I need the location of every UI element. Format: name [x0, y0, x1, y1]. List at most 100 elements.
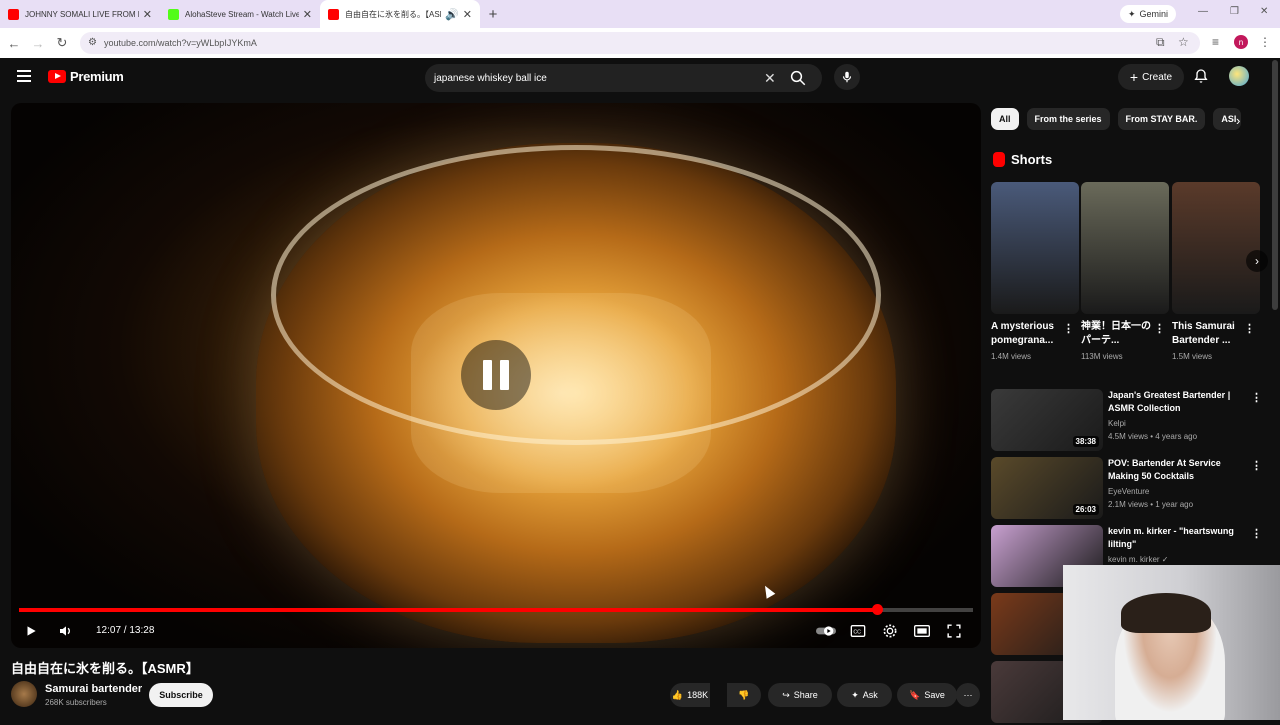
close-window-icon[interactable]: ✕ — [1260, 6, 1268, 17]
video-player[interactable]: 12:07 / 13:28 CC — [11, 103, 981, 648]
url-text: youtube.com/watch?v=yWLbpIJYKmA — [104, 38, 257, 48]
thumbs-up-icon: 👍 — [671, 689, 684, 700]
youtube-play-logo-icon — [48, 70, 66, 83]
notifications-bell-icon[interactable] — [1193, 68, 1209, 84]
site-info-icon[interactable]: ⚙ — [88, 37, 97, 48]
bookmark-star-icon[interactable]: ☆ — [1178, 35, 1189, 49]
theater-mode-icon[interactable] — [912, 621, 932, 641]
search-input[interactable]: japanese whiskey ball ice — [434, 73, 547, 84]
chip-all[interactable]: All — [991, 108, 1019, 130]
webcam-overlay — [1063, 565, 1280, 720]
forward-icon[interactable]: → — [26, 36, 50, 51]
autoplay-toggle-icon[interactable] — [816, 621, 836, 641]
youtube-favicon-icon — [328, 8, 339, 20]
chip-from-stay-bar[interactable]: From STAY BAR. — [1117, 108, 1206, 130]
settings-gear-icon[interactable] — [880, 621, 900, 641]
duration-badge: 38:38 — [1072, 436, 1099, 447]
related-title[interactable]: Japan's Greatest Bartender | ASMR Collec… — [1108, 389, 1238, 415]
browser-tab-1[interactable]: JOHNNY SOMALI LIVE FROM K ✕ — [0, 0, 160, 28]
related-channel[interactable]: EyeVenture — [1108, 487, 1149, 496]
address-bar-row: ← → ↻ ⚙ youtube.com/watch?v=yWLbpIJYKmA … — [0, 28, 1280, 58]
related-channel[interactable]: Kelpi — [1108, 419, 1126, 428]
youtube-premium-logo[interactable]: Premium — [48, 69, 124, 84]
related-meta: 2.1M views • 1 year ago — [1108, 500, 1194, 509]
chip-from-the-series[interactable]: From the series — [1026, 108, 1110, 130]
short-title[interactable]: 神業！日本一のパーテ... — [1081, 320, 1157, 348]
media-control-icon[interactable]: ≡ — [1212, 35, 1219, 49]
short-thumbnail[interactable] — [991, 182, 1079, 314]
url-field[interactable]: ⚙ youtube.com/watch?v=yWLbpIJYKmA — [80, 32, 1200, 54]
minimize-icon[interactable]: — — [1198, 6, 1208, 17]
related-menu-icon[interactable]: ⋮ — [1251, 391, 1262, 404]
sparkle-icon: ✦ — [851, 689, 859, 700]
related-thumbnail[interactable]: 38:38 — [991, 389, 1103, 451]
browser-tab-3-active[interactable]: 自由自在に氷を削る。【ASMR 🔊 ✕ — [320, 0, 480, 28]
save-button[interactable]: 🔖 Save — [897, 683, 957, 707]
search-box[interactable]: japanese whiskey ball ice ✕ — [425, 64, 822, 92]
account-avatar[interactable] — [1229, 66, 1249, 86]
tab-close-icon[interactable]: ✕ — [303, 8, 312, 21]
progress-played — [19, 608, 877, 612]
duration: 13:28 — [129, 625, 155, 636]
progress-bar[interactable] — [19, 604, 973, 615]
reload-icon[interactable]: ↻ — [50, 35, 74, 51]
clear-search-icon[interactable]: ✕ — [764, 70, 776, 87]
share-icon: ↪ — [782, 689, 790, 700]
browser-menu-icon[interactable]: ⋮ — [1259, 35, 1271, 49]
related-title[interactable]: POV: Bartender At Service Making 50 Cock… — [1108, 457, 1238, 483]
gemini-button[interactable]: ✦ Gemini — [1120, 5, 1177, 23]
share-button[interactable]: ↪ Share — [768, 683, 832, 707]
chips-next-chevron-icon[interactable]: › — [1236, 113, 1240, 128]
tab-title: AlohaSteve Stream - Watch Live — [185, 9, 299, 19]
back-icon[interactable]: ← — [2, 36, 26, 51]
related-channel[interactable]: kevin m. kirker ✓ — [1108, 555, 1169, 564]
plus-icon: + — [1129, 69, 1139, 85]
tab-title: 自由自在に氷を削る。【ASMR — [345, 9, 441, 19]
play-icon[interactable] — [21, 621, 41, 641]
scrubber-handle[interactable] — [871, 604, 883, 615]
short-thumbnail[interactable] — [1081, 182, 1169, 314]
restore-icon[interactable]: ❐ — [1230, 6, 1239, 17]
captions-icon[interactable]: CC — [848, 621, 868, 641]
subscribe-button[interactable]: Subscribe — [149, 683, 213, 707]
search-icon[interactable] — [789, 69, 807, 87]
more-actions-icon[interactable]: ⋯ — [956, 683, 980, 707]
voice-search-button[interactable] — [834, 64, 860, 90]
short-menu-icon[interactable]: ⋮ — [1244, 322, 1255, 335]
short-title[interactable]: A mysterious pomegrana... — [991, 320, 1067, 348]
ask-button[interactable]: ✦ Ask — [837, 683, 892, 707]
short-title[interactable]: This Samurai Bartender ... — [1172, 320, 1248, 348]
install-app-icon[interactable]: ⧉ — [1156, 35, 1165, 50]
short-menu-icon[interactable]: ⋮ — [1154, 322, 1165, 335]
related-title[interactable]: kevin m. kirker - "heartswung lilting" — [1108, 525, 1238, 551]
volume-icon[interactable] — [56, 621, 76, 641]
browser-profile-avatar[interactable]: n — [1234, 35, 1248, 49]
channel-avatar[interactable] — [11, 681, 37, 707]
short-thumbnail[interactable] — [1172, 182, 1260, 314]
kick-favicon-icon — [168, 8, 179, 20]
channel-name[interactable]: Samurai bartender — [45, 683, 142, 695]
bookmark-icon: 🔖 — [909, 689, 921, 700]
new-tab-button[interactable]: + — [480, 0, 506, 28]
related-video[interactable]: 38:38 Japan's Greatest Bartender | ASMR … — [991, 389, 1263, 453]
related-menu-icon[interactable]: ⋮ — [1251, 527, 1262, 540]
browser-tab-2[interactable]: AlohaSteve Stream - Watch Live ✕ — [160, 0, 320, 28]
tab-close-icon[interactable]: ✕ — [463, 8, 472, 21]
fullscreen-icon[interactable] — [944, 621, 964, 641]
center-pause-icon[interactable] — [461, 340, 531, 410]
related-menu-icon[interactable]: ⋮ — [1251, 459, 1262, 472]
tab-close-icon[interactable]: ✕ — [143, 8, 152, 21]
create-button[interactable]: + Create — [1118, 64, 1184, 90]
related-video[interactable]: 26:03 POV: Bartender At Service Making 5… — [991, 457, 1263, 521]
speaker-icon[interactable]: 🔊 — [445, 8, 459, 21]
dislike-button[interactable]: 👎 — [727, 683, 761, 707]
like-button[interactable]: 👍 188K — [670, 683, 710, 707]
current-time: 12:07 — [96, 625, 122, 636]
page-scrollbar[interactable] — [1272, 60, 1278, 310]
related-thumbnail[interactable]: 26:03 — [991, 457, 1103, 519]
guide-menu-icon[interactable] — [17, 70, 31, 82]
shorts-next-chevron-icon[interactable]: › — [1246, 250, 1268, 272]
microphone-icon — [842, 71, 852, 83]
short-menu-icon[interactable]: ⋮ — [1063, 322, 1074, 335]
subscriber-count: 268K subscribers — [45, 698, 107, 707]
